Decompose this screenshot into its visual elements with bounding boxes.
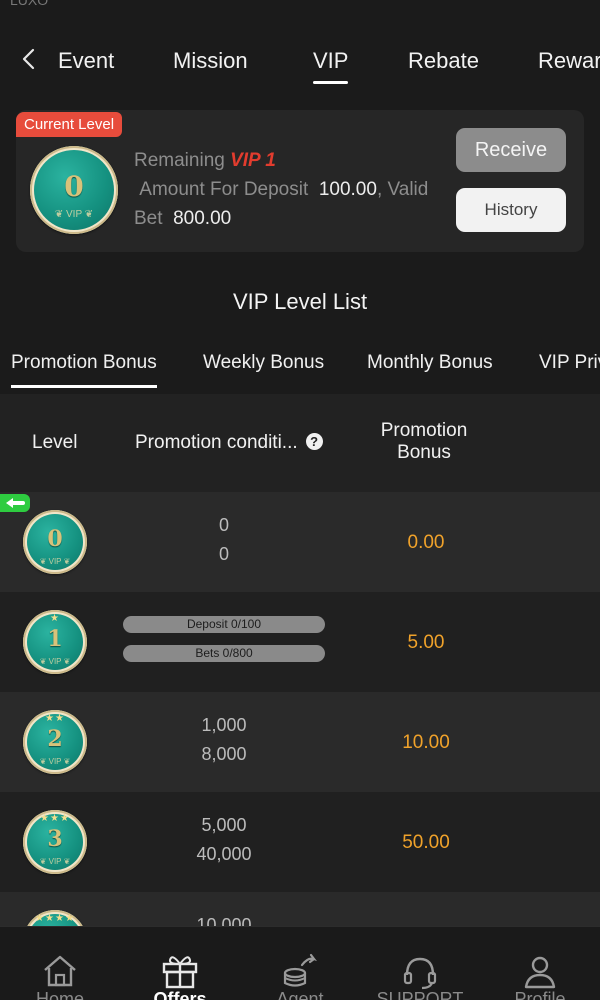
condition-cell: 0 0 (124, 511, 324, 569)
nav-home[interactable]: Home (0, 927, 120, 1000)
history-button[interactable]: History (456, 188, 566, 232)
medal-number: 2 (47, 726, 63, 752)
receive-button[interactable]: Receive (456, 128, 566, 172)
laurel-icon: ❦ VIP ❦ (39, 857, 71, 866)
col-condition[interactable]: Promotion conditi...? (135, 432, 323, 454)
agent-icon (283, 953, 317, 987)
table-row: ★★ 2 ❦ VIP ❦ 1,000 8,000 10.00 (0, 692, 600, 792)
bet-requirement: 40,000 (196, 844, 252, 864)
home-icon (44, 955, 76, 987)
medal-number: 1 (47, 626, 63, 652)
tab-rewards[interactable]: Rewar (538, 48, 600, 74)
tab-weekly-bonus[interactable]: Weekly Bonus (203, 352, 324, 374)
bonus-value: 0.00 (407, 532, 445, 553)
valid-label: , Valid (376, 179, 429, 200)
star-icon: ★★ (45, 713, 65, 724)
bonus-value: 10.00 (402, 732, 450, 753)
bets-progress-bar: Bets 0/800 (123, 645, 325, 662)
star-icon: ★★★★ (35, 913, 75, 924)
section-title: VIP Level List (232, 289, 368, 314)
tab-vip-privileges[interactable]: VIP Priv (539, 352, 600, 374)
star-icon: ★ (50, 613, 60, 624)
deposit-requirement: 1,000 (201, 715, 247, 735)
top-nav: Event Mission VIP Rebate Rewar (0, 30, 600, 94)
laurel-icon: ❦ VIP ❦ (54, 209, 94, 220)
star-icon: ★★★ (40, 813, 70, 824)
help-icon[interactable]: ? (305, 433, 323, 450)
tab-event[interactable]: Event (58, 48, 114, 74)
tab-rebate[interactable]: Rebate (408, 48, 479, 74)
tab-promotion-bonus[interactable]: Promotion Bonus (11, 352, 157, 388)
bonus-value: 5.00 (407, 632, 445, 653)
col-bonus: Promotion Bonus (366, 420, 482, 464)
nav-support[interactable]: SUPPORT (360, 927, 480, 1000)
bottom-nav: Home Offers Agent SUPPORT Profile (0, 926, 600, 1000)
laurel-icon: ❦ VIP ❦ (39, 657, 71, 666)
table-row: 0 ❦ VIP ❦ 0 0 0.00 (0, 492, 600, 592)
deposit-progress-bar: Deposit 0/100 (123, 616, 325, 633)
col-bonus-line1: Promotion (380, 420, 468, 441)
condition-cell: 5,000 40,000 (124, 811, 324, 869)
nav-profile[interactable]: Profile (480, 927, 600, 1000)
status-bar-text: LUXO (10, 0, 49, 8)
remaining-label: Remaining (134, 150, 225, 171)
condition-cell: 1,000 8,000 (124, 711, 324, 769)
table-header: Level Promotion conditi...? Promotion Bo… (0, 394, 600, 492)
bet-amount: 800.00 (173, 208, 232, 229)
deposit-amount: 100.00 (318, 179, 377, 200)
table-row: ★ 1 ❦ VIP ❦ Deposit 0/100 Bets 0/800 5.0… (0, 592, 600, 692)
current-level-badge: Current Level (16, 112, 123, 137)
tab-vip[interactable]: VIP (313, 48, 349, 84)
profile-icon (524, 956, 556, 989)
nav-label: Profile (514, 989, 566, 1000)
bonus-tabs: Promotion Bonus Weekly Bonus Monthly Bon… (0, 336, 600, 394)
next-vip-level: VIP 1 (230, 150, 276, 171)
col-level: Level (32, 432, 78, 453)
upgrade-requirement-text: Remaining VIP 1 Amount For Deposit 100.0… (134, 146, 454, 233)
amount-label: Amount For Deposit (139, 179, 309, 200)
vip-medal-icon: ★★ 2 ❦ VIP ❦ (23, 710, 87, 774)
col-bonus-line2: Bonus (397, 442, 451, 463)
deposit-requirement: 5,000 (201, 815, 247, 835)
bonus-value: 50.00 (402, 832, 450, 853)
col-condition-label: Promotion conditi... (135, 432, 298, 453)
current-level-marker (0, 494, 30, 512)
bet-label: Bet (134, 208, 163, 229)
medal-number: 3 (47, 826, 63, 852)
laurel-icon: ❦ VIP ❦ (39, 557, 71, 566)
vip-medal-icon: ★★★ 3 ❦ VIP ❦ (23, 810, 87, 874)
bet-requirement: 0 (218, 544, 229, 564)
vip-medal-icon: ★ 1 ❦ VIP ❦ (23, 610, 87, 674)
nav-label: Home (35, 989, 84, 1000)
deposit-requirement: 0 (218, 515, 229, 535)
medal-number: 0 (47, 526, 63, 552)
laurel-icon: ❦ VIP ❦ (39, 757, 71, 766)
nav-label: Offers (153, 989, 207, 1000)
bet-requirement: 8,000 (201, 744, 247, 764)
medal-number: 0 (64, 170, 84, 203)
back-button[interactable] (14, 44, 44, 74)
vip-medal-icon: 0 ❦ VIP ❦ (30, 146, 118, 234)
table-row: ★★★ 3 ❦ VIP ❦ 5,000 40,000 50.00 (0, 792, 600, 892)
nav-label: SUPPORT (376, 989, 464, 1000)
headset-icon (403, 957, 437, 990)
tab-mission[interactable]: Mission (173, 48, 248, 74)
nav-label: Agent (276, 989, 324, 1000)
nav-agent[interactable]: Agent (240, 927, 360, 1000)
pointing-hand-icon (6, 498, 25, 508)
gift-icon (162, 956, 198, 989)
tab-monthly-bonus[interactable]: Monthly Bonus (367, 352, 493, 374)
chevron-left-icon (22, 48, 35, 70)
current-level-card: Current Level 0 ❦ VIP ❦ Remaining VIP 1 … (16, 110, 584, 252)
vip-medal-icon: 0 ❦ VIP ❦ (23, 510, 87, 574)
nav-offers[interactable]: Offers (120, 927, 240, 1000)
